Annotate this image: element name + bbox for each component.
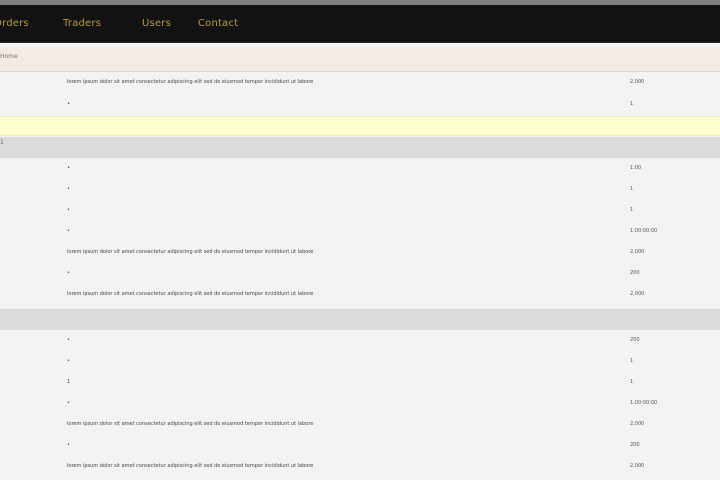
table-row[interactable]: • 1:00:00:00 [0,221,720,242]
row-value: 200 [630,337,640,343]
breadcrumb-text[interactable]: Home [0,53,18,60]
row-description: • [67,186,70,192]
row-value: 1:00 [630,165,642,171]
nav-orders-link[interactable]: Orders [0,17,29,31]
table-row[interactable]: lorem ipsum dolor sit amet consectetur a… [0,242,720,263]
table-row[interactable]: lorem ipsum dolor sit amet consectetur a… [0,414,720,435]
row-value: 2,000 [630,463,645,469]
row-value: 2,000 [630,421,645,427]
row-value: 1:00:00:00 [630,400,658,406]
row-value: 1 [630,358,634,364]
row-value: 2,000 [630,79,645,85]
nav-traders-link[interactable]: Traders [63,17,101,31]
group-header-label: 1 [0,139,4,146]
row-description: • [67,207,70,213]
group-header [0,309,720,330]
row-description: • [67,358,70,364]
row-description: • [67,228,70,234]
table-row[interactable]: • 1:00:00:00 [0,393,720,414]
table-row[interactable]: • 1 [0,351,720,372]
row-value: 2,000 [630,249,645,255]
row-value: 2,000 [630,291,645,297]
row-value: 1 [630,207,634,213]
table-row[interactable]: 1 1 [0,372,720,393]
row-description: • [67,337,70,343]
row-description: • [67,270,70,276]
row-description: lorem ipsum dolor sit amet consectetur a… [67,463,314,469]
table-row[interactable]: • 200 [0,435,720,456]
nav-contact-link[interactable]: Contact [198,17,238,31]
table-row[interactable]: • 1 [0,94,720,115]
row-description: lorem ipsum dolor sit amet consectetur a… [67,249,314,255]
breadcrumb: Home [0,47,720,72]
nav-users-link[interactable]: Users [142,17,171,31]
notice-bar [0,116,720,136]
table-row[interactable]: lorem ipsum dolor sit amet consectetur a… [0,456,720,477]
table-row[interactable]: • 200 [0,330,720,351]
row-description: • [67,400,70,406]
row-value: 200 [630,270,640,276]
row-description: • [67,165,70,171]
table-row[interactable]: • 1 [0,200,720,221]
row-value: 1 [630,379,634,385]
row-value: 200 [630,442,640,448]
row-description: • [67,101,70,107]
row-description: lorem ipsum dolor sit amet consectetur a… [67,291,314,297]
row-value: 1 [630,101,634,107]
table-row[interactable]: • 1:00 [0,158,720,179]
row-value: 1:00:00:00 [630,228,658,234]
group-header: 1 [0,137,720,158]
table-row[interactable]: lorem ipsum dolor sit amet consectetur a… [0,72,720,93]
row-description: lorem ipsum dolor sit amet consectetur a… [67,79,314,85]
main-content: Home lorem ipsum dolor sit amet consecte… [0,47,720,480]
row-value: 1 [630,186,634,192]
row-description: • [67,442,70,448]
top-navbar: Orders Traders Users Contact [0,5,720,43]
row-description: 1 [67,379,71,385]
table-row[interactable]: • 1 [0,179,720,200]
table-row[interactable]: • 200 [0,263,720,284]
table-row[interactable]: lorem ipsum dolor sit amet consectetur a… [0,284,720,305]
row-description: lorem ipsum dolor sit amet consectetur a… [67,421,314,427]
